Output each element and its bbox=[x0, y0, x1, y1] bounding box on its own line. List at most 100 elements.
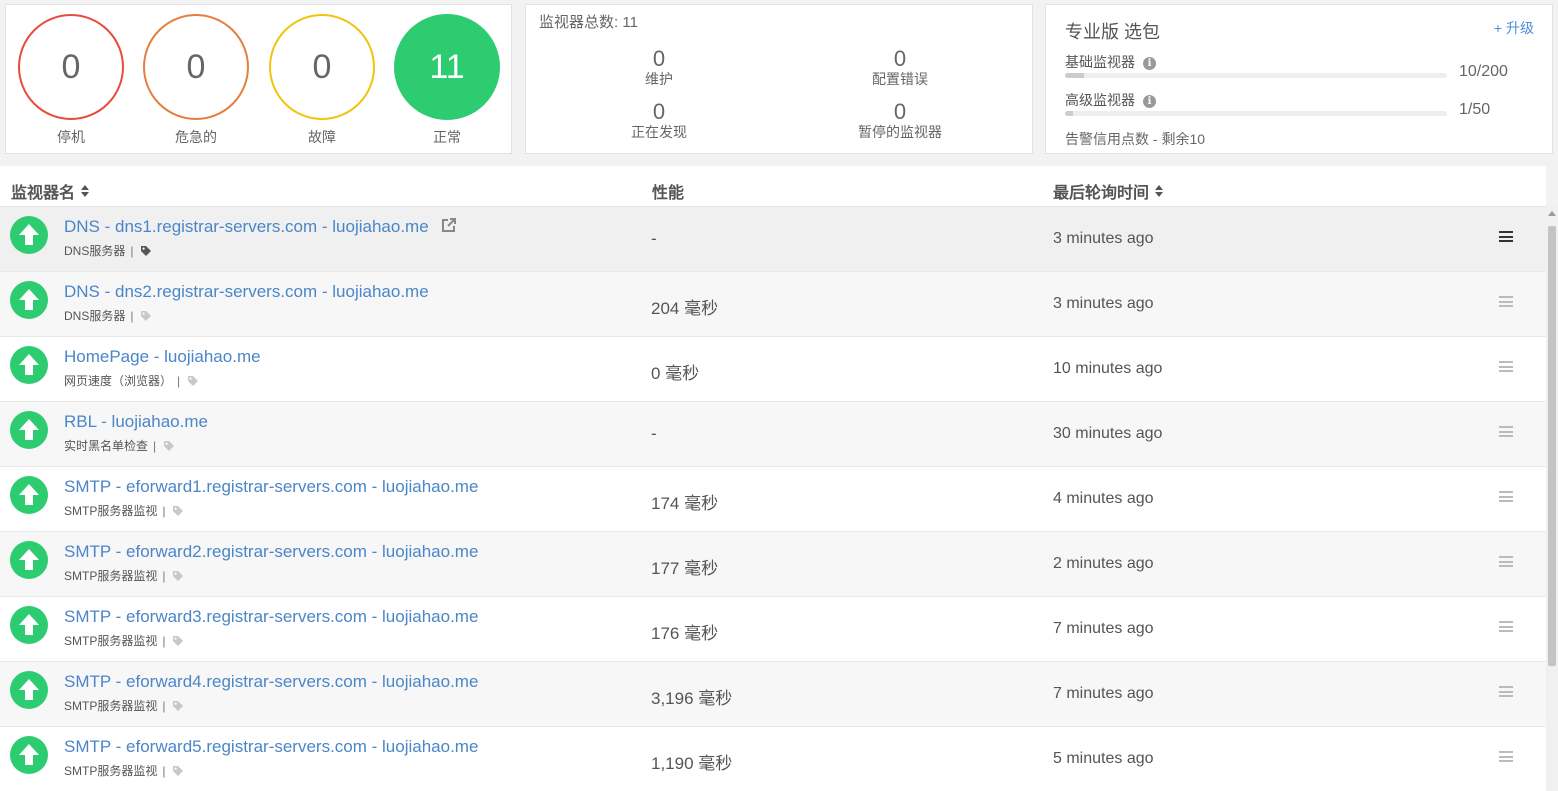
scrollbar[interactable] bbox=[1546, 206, 1558, 791]
monitor-name-link[interactable]: SMTP - eforward3.registrar-servers.com -… bbox=[64, 607, 478, 627]
monitor-name: SMTP - eforward4.registrar-servers.com -… bbox=[64, 672, 479, 691]
info-icon[interactable]: i bbox=[1143, 56, 1156, 70]
tag-icon[interactable] bbox=[140, 310, 152, 325]
row-menu-icon[interactable] bbox=[1499, 491, 1513, 502]
status-trouble-circle: 0 bbox=[269, 14, 375, 120]
status-up-icon bbox=[10, 411, 48, 449]
table-row[interactable]: SMTP - eforward1.registrar-servers.com -… bbox=[0, 467, 1546, 532]
external-link-icon[interactable] bbox=[441, 218, 456, 238]
status-down[interactable]: 0 停机 bbox=[17, 14, 125, 147]
table-row[interactable]: SMTP - eforward2.registrar-servers.com -… bbox=[0, 532, 1546, 597]
table-row[interactable]: SMTP - eforward5.registrar-servers.com -… bbox=[0, 727, 1546, 791]
separator: | bbox=[162, 504, 166, 518]
tag-icon[interactable] bbox=[172, 505, 184, 520]
alert-credits: 告警信用点数 - 剩余10 bbox=[1065, 131, 1206, 147]
status-up-icon bbox=[10, 736, 48, 774]
separator: | bbox=[162, 634, 166, 648]
monitor-name-link[interactable]: SMTP - eforward5.registrar-servers.com -… bbox=[64, 737, 478, 757]
table-row[interactable]: HomePage - luojiahao.me 网页速度（浏览器） | 0 毫秒 10 … bbox=[0, 337, 1546, 402]
row-menu-icon[interactable] bbox=[1499, 686, 1513, 697]
tag-icon[interactable] bbox=[172, 765, 184, 780]
status-critical-circle: 0 bbox=[143, 14, 249, 120]
table-row[interactable]: RBL - luojiahao.me 实时黑名单检查 | - 30 minutes ag… bbox=[0, 402, 1546, 467]
maintenance-count[interactable]: 0 维护 bbox=[579, 46, 739, 88]
last-polled-value: 3 minutes ago bbox=[1053, 230, 1154, 247]
advanced-monitors-row: 高级监视器 i bbox=[1065, 90, 1156, 110]
scroll-thumb[interactable] bbox=[1548, 226, 1556, 666]
header-last-polled[interactable]: 最后轮询时间 bbox=[1053, 179, 1164, 203]
monitor-name-link[interactable]: SMTP - eforward1.registrar-servers.com -… bbox=[64, 477, 478, 497]
table-row[interactable]: SMTP - eforward4.registrar-servers.com -… bbox=[0, 662, 1546, 727]
config-error-value: 0 bbox=[893, 46, 907, 71]
last-polled-value: 30 minutes ago bbox=[1053, 425, 1163, 442]
row-menu-icon[interactable] bbox=[1499, 296, 1513, 307]
tag-icon[interactable] bbox=[140, 245, 152, 260]
last-polled-value: 3 minutes ago bbox=[1053, 295, 1154, 312]
config-error-count[interactable]: 0 配置错误 bbox=[820, 46, 980, 88]
basic-monitors-label: 基础监视器 bbox=[1065, 54, 1135, 70]
monitor-name: SMTP - eforward3.registrar-servers.com -… bbox=[64, 607, 479, 626]
tag-icon[interactable] bbox=[187, 375, 199, 390]
status-down-label: 停机 bbox=[57, 129, 85, 145]
paused-count[interactable]: 0 暂停的监视器 bbox=[820, 99, 980, 141]
info-icon[interactable]: i bbox=[1143, 94, 1156, 108]
discovering-count[interactable]: 0 正在发现 bbox=[579, 100, 739, 141]
header-monitor-name[interactable]: 监视器名 bbox=[11, 179, 90, 203]
last-polled-value: 7 minutes ago bbox=[1053, 620, 1154, 637]
row-menu-icon[interactable] bbox=[1499, 361, 1513, 372]
header-performance-label: 性能 bbox=[652, 185, 685, 202]
tag-icon[interactable] bbox=[172, 635, 184, 650]
performance-value: 204 毫秒 bbox=[651, 299, 719, 318]
monitor-name-link[interactable]: RBL - luojiahao.me bbox=[64, 412, 208, 432]
tag-icon[interactable] bbox=[163, 440, 175, 455]
monitor-name-link[interactable]: SMTP - eforward4.registrar-servers.com -… bbox=[64, 672, 478, 692]
status-trouble[interactable]: 0 故障 bbox=[268, 14, 376, 147]
table-row[interactable]: SMTP - eforward3.registrar-servers.com -… bbox=[0, 597, 1546, 662]
separator: | bbox=[130, 309, 134, 323]
monitor-name-link[interactable]: DNS - dns1.registrar-servers.com - luoji… bbox=[64, 217, 456, 238]
status-critical[interactable]: 0 危急的 bbox=[142, 14, 250, 147]
header-monitor-name-label: 监视器名 bbox=[11, 185, 76, 202]
monitor-type: 实时黑名单检查 | bbox=[64, 437, 175, 455]
header-last-polled-label: 最后轮询时间 bbox=[1053, 185, 1150, 202]
table-row[interactable]: DNS - dns1.registrar-servers.com - luoji… bbox=[0, 207, 1546, 272]
status-up-icon bbox=[10, 541, 48, 579]
maintenance-value: 0 bbox=[652, 46, 666, 71]
monitor-name: SMTP - eforward5.registrar-servers.com -… bbox=[64, 737, 479, 756]
paused-value: 0 bbox=[893, 99, 907, 124]
row-menu-icon[interactable] bbox=[1499, 621, 1513, 632]
monitor-type-label: DNS服务器 bbox=[64, 309, 126, 323]
row-menu-icon[interactable] bbox=[1499, 556, 1513, 567]
monitor-name: RBL - luojiahao.me bbox=[64, 412, 208, 431]
monitor-type: SMTP服务器监视 | bbox=[64, 697, 184, 715]
monitor-name-link[interactable]: HomePage - luojiahao.me bbox=[64, 347, 261, 367]
status-up[interactable]: 11 正常 bbox=[393, 14, 501, 147]
last-polled-value: 4 minutes ago bbox=[1053, 490, 1154, 507]
total-monitors-title: 监视器总数: 11 bbox=[539, 14, 638, 31]
performance-value: - bbox=[651, 229, 657, 248]
table-row[interactable]: DNS - dns2.registrar-servers.com - luoji… bbox=[0, 272, 1546, 337]
monitor-type-label: SMTP服务器监视 bbox=[64, 699, 158, 713]
monitor-name-link[interactable]: SMTP - eforward2.registrar-servers.com -… bbox=[64, 542, 478, 562]
row-menu-icon[interactable] bbox=[1499, 231, 1513, 242]
scroll-up-arrow-icon[interactable] bbox=[1548, 211, 1556, 216]
performance-value: 177 毫秒 bbox=[651, 559, 719, 578]
separator: | bbox=[130, 244, 134, 258]
upgrade-link[interactable]: + 升级 bbox=[1494, 18, 1534, 38]
monitor-type: SMTP服务器监视 | bbox=[64, 502, 184, 520]
row-menu-icon[interactable] bbox=[1499, 751, 1513, 762]
table-header: 监视器名 性能 最后轮询时间 bbox=[0, 166, 1546, 207]
tag-icon[interactable] bbox=[172, 570, 184, 585]
monitor-type-label: DNS服务器 bbox=[64, 244, 126, 258]
monitor-type-label: 实时黑名单检查 bbox=[64, 439, 149, 453]
last-polled-value: 2 minutes ago bbox=[1053, 555, 1154, 572]
monitor-type: SMTP服务器监视 | bbox=[64, 567, 184, 585]
tag-icon[interactable] bbox=[172, 700, 184, 715]
monitor-name-link[interactable]: DNS - dns2.registrar-servers.com - luoji… bbox=[64, 282, 429, 302]
row-menu-icon[interactable] bbox=[1499, 426, 1513, 437]
monitor-name: HomePage - luojiahao.me bbox=[64, 347, 261, 366]
monitor-name: SMTP - eforward2.registrar-servers.com -… bbox=[64, 542, 479, 561]
last-polled-value: 5 minutes ago bbox=[1053, 750, 1154, 767]
last-polled-value: 10 minutes ago bbox=[1053, 360, 1163, 377]
status-up-icon bbox=[10, 606, 48, 644]
